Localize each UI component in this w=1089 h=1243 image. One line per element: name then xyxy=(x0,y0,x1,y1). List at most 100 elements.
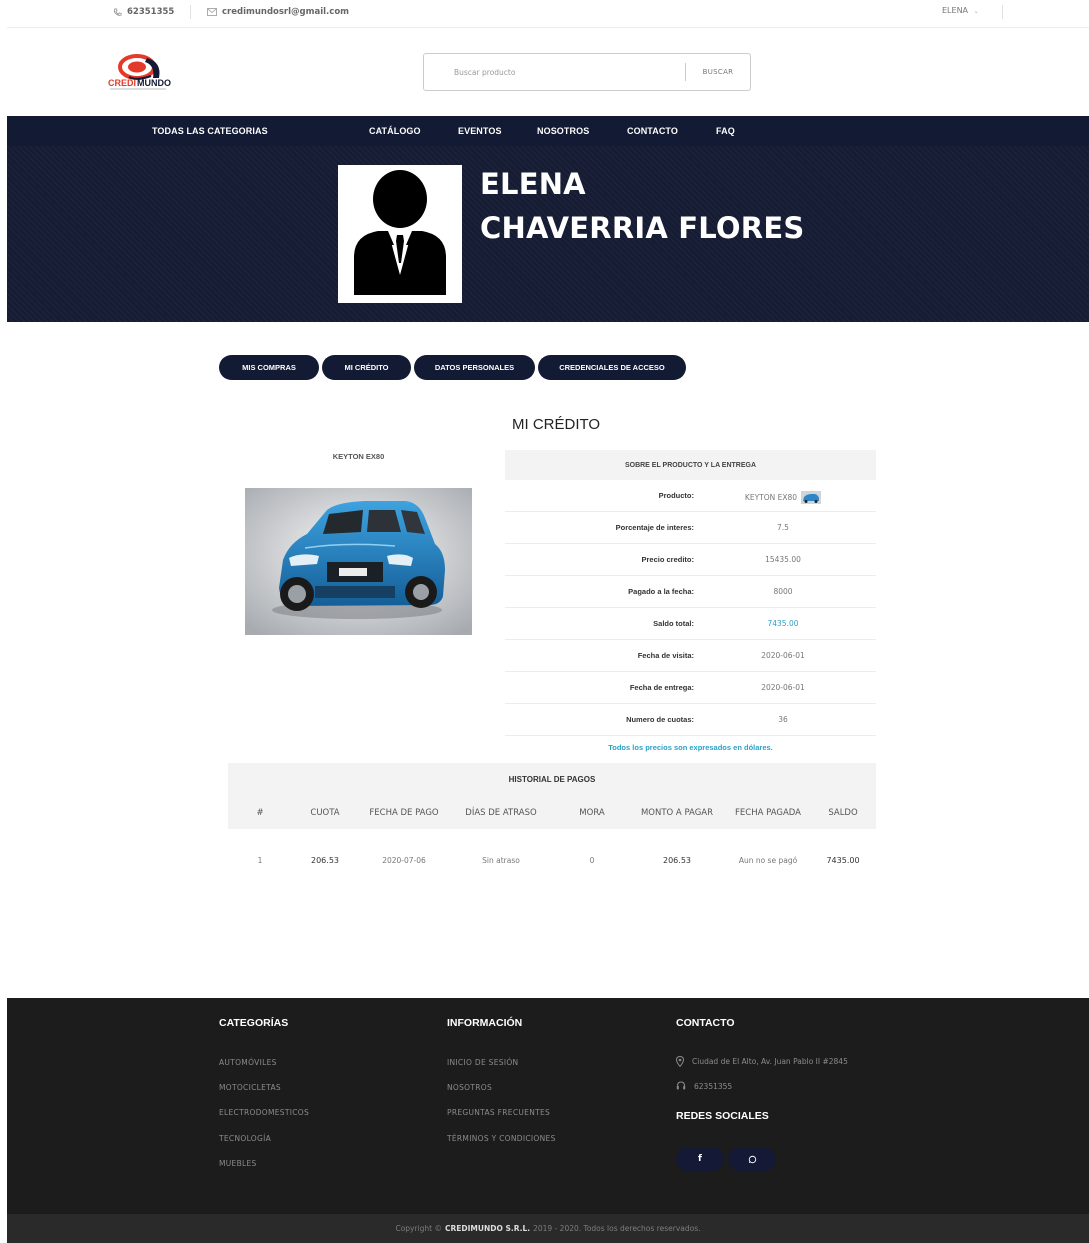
phone-icon xyxy=(113,8,122,16)
search-input[interactable] xyxy=(424,54,685,90)
footer-address: Ciudad de El Alto, Av. Juan Pablo II #28… xyxy=(676,1056,848,1067)
payment-cell-cuota: 206.53 xyxy=(311,856,339,865)
detail-row-entrega: Fecha de entrega: 2020-06-01 xyxy=(505,672,876,704)
chevron-down-icon: ⌄ xyxy=(973,8,979,15)
topbar-email[interactable]: credimundosrl@gmail.com xyxy=(207,7,349,17)
payment-cell-fecha-pago: 2020-07-06 xyxy=(382,856,426,865)
detail-row-interes: Porcentaje de interes: 7.5 xyxy=(505,512,876,544)
detail-value-balance: 7435.00 xyxy=(767,619,799,628)
detail-label: Saldo total: xyxy=(653,619,694,628)
detail-value: 2020-06-01 xyxy=(761,683,805,692)
topbar-divider xyxy=(190,5,191,19)
profile-first-name: ELENA xyxy=(480,167,586,201)
detail-row-pagado: Pagado a la fecha: 8000 xyxy=(505,576,876,608)
detail-value-text: KEYTON EX80 xyxy=(744,493,798,502)
user-menu-label: ELENA xyxy=(942,6,969,15)
footer-link-muebles[interactable]: MUEBLES xyxy=(219,1159,257,1168)
tab-datos-personales[interactable]: DATOS PERSONALES xyxy=(414,355,535,380)
detail-label: Precio credito: xyxy=(641,555,694,564)
footer-categories-title: CATEGORÍAS xyxy=(219,1017,289,1029)
footer-link-faq[interactable]: PREGUNTAS FRECUENTES xyxy=(447,1108,550,1117)
footer-contact-title: CONTACTO xyxy=(676,1017,735,1029)
payment-cell-monto: 206.53 xyxy=(663,856,691,865)
copyright-prefix: Copyright © xyxy=(395,1224,442,1233)
footer-info-title: INFORMACIÓN xyxy=(447,1017,523,1029)
user-silhouette-icon xyxy=(354,170,446,295)
payments-table-header xyxy=(228,763,876,829)
nav-eventos[interactable]: EVENTOS xyxy=(458,126,502,136)
col-cuota: CUOTA xyxy=(310,808,340,818)
nav-faq[interactable]: FAQ xyxy=(716,126,735,136)
payment-cell-mora: 0 xyxy=(589,856,595,865)
col-dias-atraso: DÍAS DE ATRASO xyxy=(465,808,537,818)
svg-text:CREDI: CREDI xyxy=(108,78,136,88)
detail-value: KEYTON EX80 xyxy=(733,491,833,504)
detail-label: Pagado a la fecha: xyxy=(628,587,694,596)
detail-row-visita: Fecha de visita: 2020-06-01 xyxy=(505,640,876,672)
nav-all-categories[interactable]: TODAS LAS CATEGORIAS xyxy=(152,126,268,136)
user-menu[interactable]: ELENA ⌄ xyxy=(942,6,979,15)
details-table-header: SOBRE EL PRODUCTO Y LA ENTREGA xyxy=(505,450,876,480)
topbar-divider-right xyxy=(1002,5,1003,19)
col-mora: MORA xyxy=(579,808,605,818)
credimundo-logo[interactable]: CREDI MUNDO xyxy=(107,50,195,92)
payment-cell-fecha-pagada: Aun no se pagó xyxy=(738,856,798,865)
topbar-phone-text: 62351355 xyxy=(127,7,175,17)
topbar-phone[interactable]: 62351355 xyxy=(113,7,174,17)
footer-link-login[interactable]: INICIO DE SESIÓN xyxy=(447,1058,518,1067)
detail-value: 8000 xyxy=(773,587,793,596)
payment-cell-number: 1 xyxy=(257,856,263,865)
payments-title: HISTORIAL DE PAGOS xyxy=(508,775,596,784)
nav-nosotros[interactable]: NOSOTROS xyxy=(537,126,589,136)
nav-catalogo[interactable]: CATÁLOGO xyxy=(369,126,421,136)
facebook-icon[interactable]: f xyxy=(676,1147,724,1171)
tab-mis-compras[interactable]: MIS COMPRAS xyxy=(219,355,319,380)
whatsapp-glyph xyxy=(748,1155,756,1163)
nav-contacto[interactable]: CONTACTO xyxy=(627,126,678,136)
footer-link-electrodomesticos[interactable]: ELECTRODOMESTICOS xyxy=(219,1108,309,1117)
footer-phone-text: 62351355 xyxy=(694,1081,733,1091)
detail-label: Porcentaje de interes: xyxy=(615,523,694,532)
footer-phone: 62351355 xyxy=(676,1081,732,1091)
svg-text:MUNDO: MUNDO xyxy=(137,78,171,88)
detail-value: 2020-06-01 xyxy=(761,651,805,660)
mail-icon xyxy=(207,8,217,16)
footer-address-text: Ciudad de El Alto, Av. Juan Pablo II #28… xyxy=(692,1057,848,1066)
avatar xyxy=(338,165,462,303)
detail-label: Fecha de visita: xyxy=(637,651,694,660)
footer-link-automoviles[interactable]: AUTOMÓVILES xyxy=(219,1058,277,1067)
footer xyxy=(7,998,1089,1214)
footer-link-tecnologia[interactable]: TECNOLOGÍA xyxy=(219,1134,271,1143)
detail-label: Producto: xyxy=(658,491,694,500)
detail-value: 36 xyxy=(778,715,788,724)
whatsapp-icon[interactable] xyxy=(728,1147,776,1171)
detail-value: 15435.00 xyxy=(765,555,801,564)
col-fecha-pagada: FECHA PAGADA xyxy=(735,808,801,818)
detail-row-producto: Producto: KEYTON EX80 xyxy=(505,480,876,512)
footer-social-title: REDES SOCIALES xyxy=(676,1110,769,1122)
detail-row-cuotas: Numero de cuotas: 36 xyxy=(505,704,876,736)
col-saldo: SALDO xyxy=(828,808,858,818)
search-bar: BUSCAR xyxy=(423,53,751,91)
topbar-email-text: credimundosrl@gmail.com xyxy=(222,7,350,17)
search-button[interactable]: BUSCAR xyxy=(686,68,750,76)
footer-link-nosotros[interactable]: NOSOTROS xyxy=(447,1083,492,1092)
detail-row-precio: Precio credito: 15435.00 xyxy=(505,544,876,576)
detail-value: 7.5 xyxy=(777,523,789,532)
footer-link-motocicletas[interactable]: MOTOCICLETAS xyxy=(219,1083,281,1092)
col-fecha-pago: FECHA DE PAGO xyxy=(369,808,439,818)
location-pin-icon xyxy=(676,1056,684,1067)
profile-last-name: CHAVERRIA FLORES xyxy=(480,211,805,245)
headset-icon xyxy=(676,1081,686,1090)
col-number: # xyxy=(256,808,264,818)
footer-link-terminos[interactable]: TÉRMINOS Y CONDICIONES xyxy=(447,1134,556,1143)
tab-credenciales[interactable]: CREDENCIALES DE ACCESO xyxy=(538,355,686,380)
detail-row-saldo: Saldo total: 7435.00 xyxy=(505,608,876,640)
car-thumbnail xyxy=(801,491,822,504)
tab-mi-credito[interactable]: MI CRÉDITO xyxy=(322,355,411,380)
copyright-suffix: 2019 - 2020. Todos los derechos reservad… xyxy=(533,1224,701,1233)
copyright-company: CREDIMUNDO S.R.L. xyxy=(445,1224,531,1233)
payment-cell-saldo: 7435.00 xyxy=(826,856,860,865)
col-monto: MONTO A PAGAR xyxy=(640,808,714,818)
logo-mark: CREDI MUNDO xyxy=(108,54,171,90)
